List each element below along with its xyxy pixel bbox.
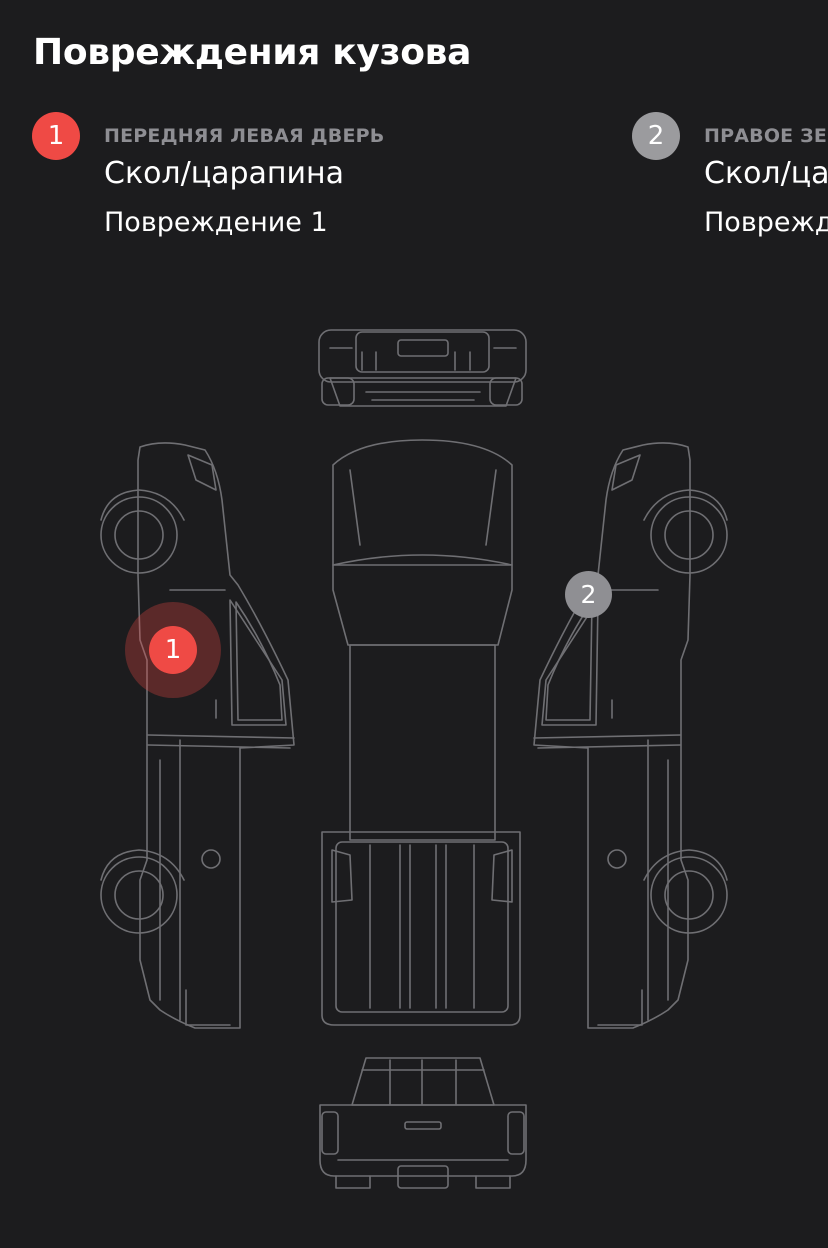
damage-location: ПЕРЕДНЯЯ ЛЕВАЯ ДВЕРЬ [104,125,385,147]
damage-list[interactable]: 1 ПЕРЕДНЯЯ ЛЕВАЯ ДВЕРЬ Скол/царапина Пов… [0,112,828,252]
damage-name: Повреждение 1 [104,207,328,238]
damage-name: Повреждение 2 [704,207,828,238]
damage-type: Скол/царапина [104,156,345,191]
page-title: Повреждения кузова [33,32,472,73]
damage-card-1[interactable]: 1 ПЕРЕДНЯЯ ЛЕВАЯ ДВЕРЬ Скол/царапина Пов… [32,112,632,252]
car-right-side-view [533,442,728,1029]
car-body-diagram: 1 2 [0,300,828,1248]
damage-marker-1[interactable]: 1 [149,626,197,674]
car-rear-view [319,1057,527,1189]
car-front-view [318,329,527,407]
damage-number-badge: 2 [632,112,680,160]
damage-card-2[interactable]: 2 ПРАВОЕ ЗЕРКАЛО Скол/царапина Поврежден… [632,112,828,252]
damage-marker-2[interactable]: 2 [565,571,612,618]
damage-number-badge: 1 [32,112,80,160]
damage-type: Скол/царапина [704,156,828,191]
car-left-side-view [100,442,295,1029]
damage-location: ПРАВОЕ ЗЕРКАЛО [704,125,828,147]
car-top-view [321,439,521,1026]
